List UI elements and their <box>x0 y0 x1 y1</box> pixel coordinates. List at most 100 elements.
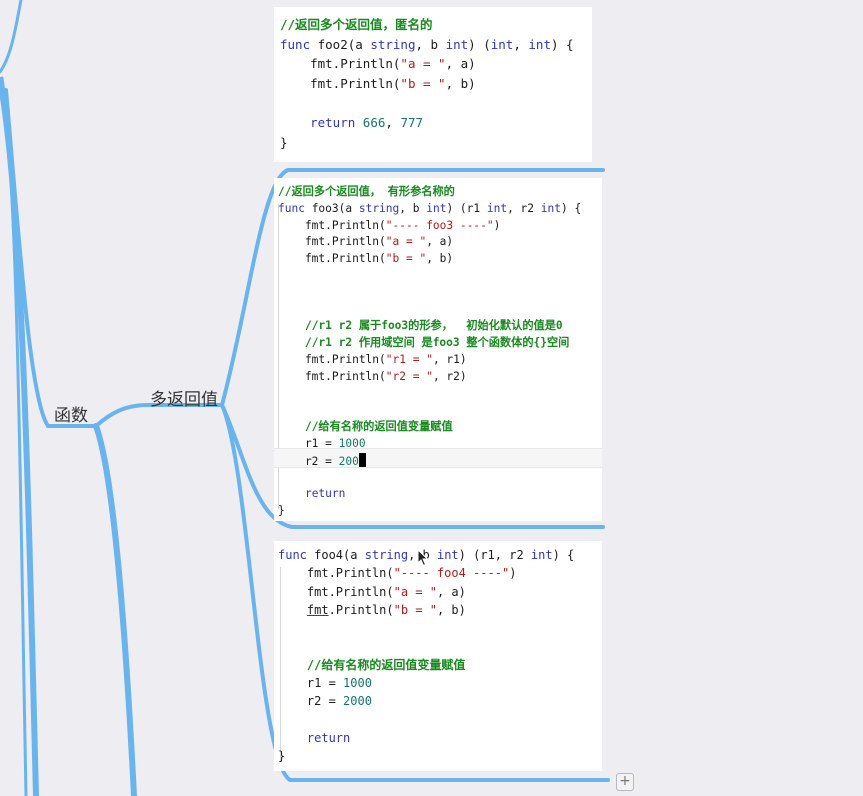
keyword: int <box>528 36 551 52</box>
branch-functions-down <box>93 423 137 796</box>
code-comment: //返回多个返回值， 有形参名称的 <box>278 185 455 198</box>
code-line: r2 = 2000 <box>278 692 602 710</box>
code-line: fmt.Println("b = ", b) <box>278 251 602 268</box>
keyword: string <box>370 36 416 52</box>
code-comment: //给有名称的返回值变量赋值 <box>304 420 453 434</box>
code-card-foo3[interactable]: //返回多个返回值， 有形参名称的 func foo3(a string, b … <box>274 178 602 521</box>
code-line: func foo3(a string, b int) (r1 int, r2 i… <box>278 201 602 218</box>
code-text: , r2) <box>432 369 467 383</box>
keyword: int <box>426 201 447 215</box>
string-literal: "r2 = " <box>385 369 433 383</box>
code-line: return <box>278 729 602 747</box>
add-node-button[interactable]: + <box>616 773 634 791</box>
code-line: fmt.Println("a = ", a) <box>280 54 592 74</box>
number-literal: 777 <box>400 114 424 130</box>
code-text: , r2 <box>507 201 541 215</box>
code-text: fmt.Println( <box>278 252 386 266</box>
code-text: fmt.Println( <box>278 235 386 249</box>
code-line: func foo4(a string, b int) (r1, r2 int) … <box>278 546 602 564</box>
code-text: , <box>513 36 529 52</box>
number-literal: 2000 <box>343 694 372 709</box>
node-multiple-return-values[interactable]: 多返回值 <box>150 385 218 410</box>
keyword: string <box>358 201 400 215</box>
code-text: , b <box>415 36 446 52</box>
keyword: return <box>310 114 356 130</box>
code-text: , r1) <box>432 352 467 366</box>
code-line: func foo2(a string, b int) (int, int) { <box>280 35 592 55</box>
code-text: foo3(a <box>304 201 359 215</box>
code-text: r2 = <box>278 454 339 468</box>
code-line-active[interactable]: r2 = 200 <box>278 452 602 470</box>
code-text: , a) <box>436 584 466 599</box>
code-comment: //返回多个返回值，匿名的 <box>280 17 433 32</box>
string-literal: "---- foo4 ----" <box>393 566 510 581</box>
code-text: fmt.Println( <box>280 75 401 91</box>
string-literal: "a = " <box>400 56 446 72</box>
code-comment: //r1 r2 属于foo3的形参， 初始化默认的值是0 <box>304 319 563 333</box>
code-text: } <box>280 134 288 150</box>
code-line: fmt.Println("r2 = ", r2) <box>278 369 602 386</box>
code-text: ) (r1 <box>446 201 487 215</box>
number-literal: 1000 <box>338 436 366 450</box>
code-text: ) <box>493 218 501 232</box>
text-cursor <box>358 452 366 467</box>
code-text: ) { <box>552 548 575 562</box>
keyword: int <box>530 548 553 562</box>
branch-root-to-functions <box>4 88 50 428</box>
code-text: foo4(a <box>306 548 365 562</box>
code-line: return <box>278 486 602 503</box>
node-functions[interactable]: 函数 <box>54 401 88 426</box>
code-line: } <box>280 133 592 153</box>
keyword: int <box>490 36 514 52</box>
code-card-foo2[interactable]: //返回多个返回值，匿名的 func foo2(a string, b int)… <box>274 7 592 162</box>
branch-top-exit <box>0 0 23 74</box>
number-literal: 666 <box>362 114 386 130</box>
code-text: r2 = <box>278 694 344 709</box>
keyword: int <box>445 36 469 52</box>
keyword: return <box>306 730 351 745</box>
code-text: , a) <box>426 235 454 249</box>
string-literal: "b = " <box>393 602 437 617</box>
code-line: fmt.Println("a = ", a) <box>278 583 602 601</box>
code-text: fmt.Println( <box>278 218 386 232</box>
string-literal: "---- foo3 ----" <box>385 218 494 232</box>
code-text-underlined: fmt <box>306 602 329 617</box>
keyword: return <box>304 487 346 501</box>
keyword: int <box>436 548 459 562</box>
code-line: fmt.Println("r1 = ", r1) <box>278 352 602 369</box>
code-text: ) { <box>560 201 582 215</box>
code-comment: //r1 r2 作用域空间 是foo3 整个函数体的{}空间 <box>304 336 570 350</box>
code-line: //r1 r2 作用域空间 是foo3 整个函数体的{}空间 <box>278 335 602 352</box>
code-line: } <box>278 503 602 520</box>
code-text: , b) <box>426 252 454 266</box>
keyword: int <box>486 201 508 215</box>
code-text: } <box>278 749 286 764</box>
code-line: //给有名称的返回值变量赋值 <box>278 419 602 436</box>
code-text: ) <box>509 566 517 581</box>
string-literal: "r1 = " <box>385 352 433 366</box>
code-line: fmt.Println("---- foo4 ----") <box>278 564 602 582</box>
code-line: fmt.Println("a = ", a) <box>278 234 602 251</box>
string-literal: "b = " <box>385 252 427 266</box>
code-text: .Println( <box>328 602 394 617</box>
code-text: } <box>278 504 285 518</box>
code-card-foo4[interactable]: func foo4(a string, b int) (r1, r2 int) … <box>274 541 602 771</box>
code-text: fmt.Println( <box>280 56 401 72</box>
code-line: fmt.Println("b = ", b) <box>278 601 602 619</box>
code-line: r1 = 1000 <box>278 436 602 453</box>
code-text: fmt.Println( <box>278 584 394 599</box>
code-text: fmt.Println( <box>278 566 394 581</box>
string-literal: "b = " <box>400 75 446 91</box>
code-text: fmt.Println( <box>278 369 386 383</box>
